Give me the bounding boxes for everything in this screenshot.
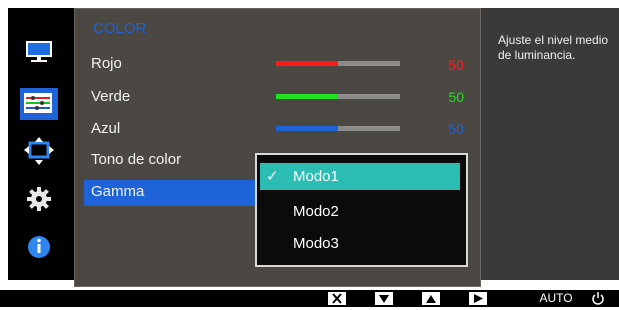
monitor-icon[interactable]: [22, 36, 56, 66]
slider-fill-verde: [276, 94, 338, 99]
gamma-dropdown: ✓ Modo1 Modo2 Modo3: [255, 153, 468, 267]
menu-item-tono-de-color[interactable]: Tono de color: [91, 151, 181, 168]
dropdown-option-modo2[interactable]: Modo2: [260, 198, 460, 225]
dropdown-option-modo1[interactable]: ✓ Modo1: [260, 163, 460, 190]
menu-item-azul[interactable]: Azul: [91, 120, 120, 137]
dropdown-option-modo3[interactable]: Modo3: [260, 230, 460, 257]
slider-fill-azul: [276, 126, 338, 131]
auto-button[interactable]: AUTO: [538, 291, 574, 306]
menu-title: COLOR: [93, 20, 147, 37]
value-azul: 50: [448, 121, 464, 137]
size-position-icon[interactable]: [22, 136, 56, 166]
check-icon: ✓: [266, 168, 279, 185]
right-arrow-icon[interactable]: [469, 292, 487, 305]
dropdown-option-label: Modo1: [293, 168, 339, 185]
slider-fill-rojo: [276, 61, 338, 66]
value-verde: 50: [448, 89, 464, 105]
close-icon[interactable]: [328, 292, 346, 305]
dropdown-option-label: Modo2: [293, 203, 339, 220]
osd-sidebar: [8, 8, 74, 280]
gear-icon[interactable]: [22, 184, 56, 214]
menu-item-gamma[interactable]: Gamma: [91, 183, 144, 200]
value-rojo: 50: [448, 57, 464, 73]
bottom-bar: [0, 290, 619, 307]
down-arrow-icon[interactable]: [375, 292, 393, 305]
slider-rojo[interactable]: [276, 61, 400, 66]
power-icon[interactable]: [590, 291, 606, 306]
slider-verde[interactable]: [276, 94, 400, 99]
menu-item-rojo[interactable]: Rojo: [91, 55, 122, 72]
help-text: Ajuste el nivel medio de luminancia.: [498, 33, 609, 62]
slider-azul[interactable]: [276, 126, 400, 131]
dropdown-option-label: Modo3: [293, 235, 339, 252]
menu-item-verde[interactable]: Verde: [91, 88, 130, 105]
color-settings-icon[interactable]: [20, 88, 58, 120]
up-arrow-icon[interactable]: [422, 292, 440, 305]
info-icon[interactable]: [22, 232, 56, 262]
